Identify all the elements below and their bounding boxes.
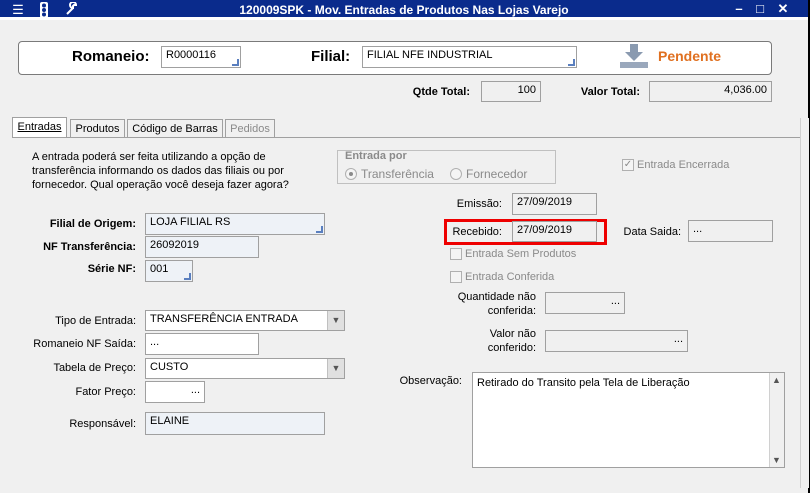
emissao-label: Emissão: [456, 198, 502, 210]
entrada-encerrada-label: Entrada Encerrada [637, 159, 730, 171]
entrada-encerrada-checkbox[interactable]: ✓ [622, 159, 634, 171]
recebido-value: 27/09/2019 [517, 224, 573, 236]
entrada-sem-produtos-checkbox[interactable] [450, 248, 462, 260]
serie-nf-label: Série NF: [87, 263, 136, 275]
tab-label: Entradas [17, 121, 62, 133]
window-title: 120009SPK - Mov. Entradas de Produtos Na… [239, 3, 569, 17]
close-button[interactable]: ✕ [774, 2, 792, 16]
responsavel-field[interactable]: ELAINE [145, 412, 325, 435]
tab-pedidos: Pedidos [225, 119, 275, 137]
valor-total-label: Valor Total: [580, 86, 640, 98]
fator-preco-label: Fator Preço: [75, 386, 136, 398]
tabela-preco-select[interactable]: CUSTO ▼ [145, 358, 345, 379]
recebido-field[interactable]: 27/09/2019 [512, 221, 597, 242]
maximize-button[interactable]: □ [751, 2, 769, 16]
valor-nao-conferido-label-1: Valor não [489, 328, 536, 340]
nf-transferencia-label: NF Transferência: [43, 241, 136, 253]
minimize-button[interactable]: – [730, 2, 748, 16]
filial-value: FILIAL NFE INDUSTRIAL [367, 49, 493, 61]
entrada-conferida-label: Entrada Conferida [465, 271, 555, 283]
tab-codigo-barras[interactable]: Código de Barras [127, 119, 223, 137]
romaneio-nf-saida-label: Romaneio NF Saída: [33, 338, 136, 350]
valor-nao-conferido-field[interactable]: ... [545, 330, 688, 352]
filial-field[interactable]: FILIAL NFE INDUSTRIAL [362, 46, 577, 68]
tipo-entrada-label: Tipo de Entrada: [55, 315, 136, 327]
observacao-scrollbar[interactable]: ▲ ▼ [769, 373, 784, 467]
observacao-textarea[interactable]: Retirado do Transito pela Tela de Libera… [472, 372, 785, 468]
window-scrollbar[interactable] [800, 118, 809, 488]
tipo-entrada-value: TRANSFERÊNCIA ENTRADA [150, 313, 298, 325]
romaneio-nf-saida-value: ... [150, 336, 160, 348]
tab-entradas[interactable]: Entradas [12, 117, 67, 138]
nf-transferencia-field[interactable]: 26092019 [145, 236, 259, 258]
data-saida-field[interactable]: ... [688, 220, 773, 242]
recebido-label: Recebido: [452, 226, 502, 238]
chevron-down-icon[interactable]: ▼ [327, 311, 344, 330]
filial-origem-field[interactable]: LOJA FILIAL RS [145, 213, 325, 235]
tipo-entrada-select[interactable]: TRANSFERÊNCIA ENTRADA ▼ [145, 310, 345, 331]
radio-transferencia[interactable] [345, 168, 357, 180]
qtd-nao-conferida-label-2: conferida: [487, 305, 536, 317]
valor-total-value: 4,036.00 [724, 84, 767, 96]
responsavel-value: ELAINE [150, 415, 190, 427]
tab-label: Pedidos [230, 123, 270, 135]
tab-label: Código de Barras [132, 123, 218, 135]
serie-nf-field[interactable]: 001 [145, 260, 193, 282]
title-bar-divider [0, 17, 808, 20]
scroll-down-icon[interactable]: ▼ [772, 455, 781, 465]
scroll-up-icon[interactable]: ▲ [772, 375, 781, 385]
lookup-corner-icon [184, 273, 191, 280]
romaneio-field[interactable]: R0000116 [161, 46, 241, 68]
romaneio-value: R0000116 [166, 49, 216, 61]
observacao-value: Retirado do Transito pela Tela de Libera… [477, 377, 690, 389]
serie-nf-value: 001 [150, 263, 169, 275]
filial-label: Filial: [311, 48, 351, 65]
lookup-corner-icon [232, 59, 239, 66]
romaneio-nf-saida-field[interactable]: ... [145, 333, 259, 355]
fator-preco-value: ... [190, 384, 200, 396]
fator-preco-field[interactable]: ... [145, 381, 205, 403]
observacao-label: Observação: [399, 375, 462, 387]
responsavel-label: Responsável: [69, 418, 136, 430]
emissao-field[interactable]: 27/09/2019 [512, 193, 597, 215]
valor-nao-conferido-label-2: conferido: [487, 342, 536, 354]
lookup-corner-icon [316, 226, 323, 233]
tabela-preco-value: CUSTO [150, 361, 189, 373]
main-window: ☰ 120009SPK - Mov. Entradas de Produtos … [0, 0, 809, 493]
entrada-sem-produtos-label: Entrada Sem Produtos [465, 248, 577, 260]
entrada-conferida-checkbox[interactable] [450, 271, 462, 283]
chevron-down-icon[interactable]: ▼ [327, 359, 344, 378]
filial-origem-value: LOJA FILIAL RS [150, 216, 231, 228]
emissao-value: 27/09/2019 [517, 196, 573, 208]
qtd-nao-conferida-value: ... [610, 295, 620, 307]
status-pendente: Pendente [658, 48, 722, 64]
valor-nao-conferido-value: ... [673, 333, 683, 345]
tab-produtos[interactable]: Produtos [70, 119, 125, 137]
download-status-icon [620, 44, 652, 70]
data-saida-value: ... [693, 223, 703, 235]
qtd-nao-conferida-field[interactable]: ... [545, 292, 625, 314]
qtde-total-label: Qtde Total: [412, 86, 470, 98]
lookup-corner-icon [568, 59, 575, 66]
qtde-total-field: 100 [481, 81, 541, 102]
filial-origem-label: Filial de Origem: [49, 218, 136, 230]
data-saida-label: Data Saida: [623, 226, 681, 238]
radio-transferencia-label: Transferência [361, 167, 434, 181]
tab-label: Produtos [75, 123, 120, 135]
nf-transferencia-value: 26092019 [150, 239, 199, 251]
radio-fornecedor[interactable] [450, 168, 462, 180]
entrada-por-title: Entrada por [345, 150, 407, 162]
romaneio-label: Romaneio: [72, 48, 150, 65]
radio-fornecedor-label: Fornecedor [466, 167, 528, 181]
qtd-nao-conferida-label-1: Quantidade não [457, 291, 536, 303]
qtde-total-value: 100 [517, 84, 536, 96]
valor-total-field: 4,036.00 [649, 81, 772, 102]
tabela-preco-label: Tabela de Preço: [53, 362, 136, 374]
info-text: A entrada poderá ser feita utilizando a … [32, 151, 289, 191]
